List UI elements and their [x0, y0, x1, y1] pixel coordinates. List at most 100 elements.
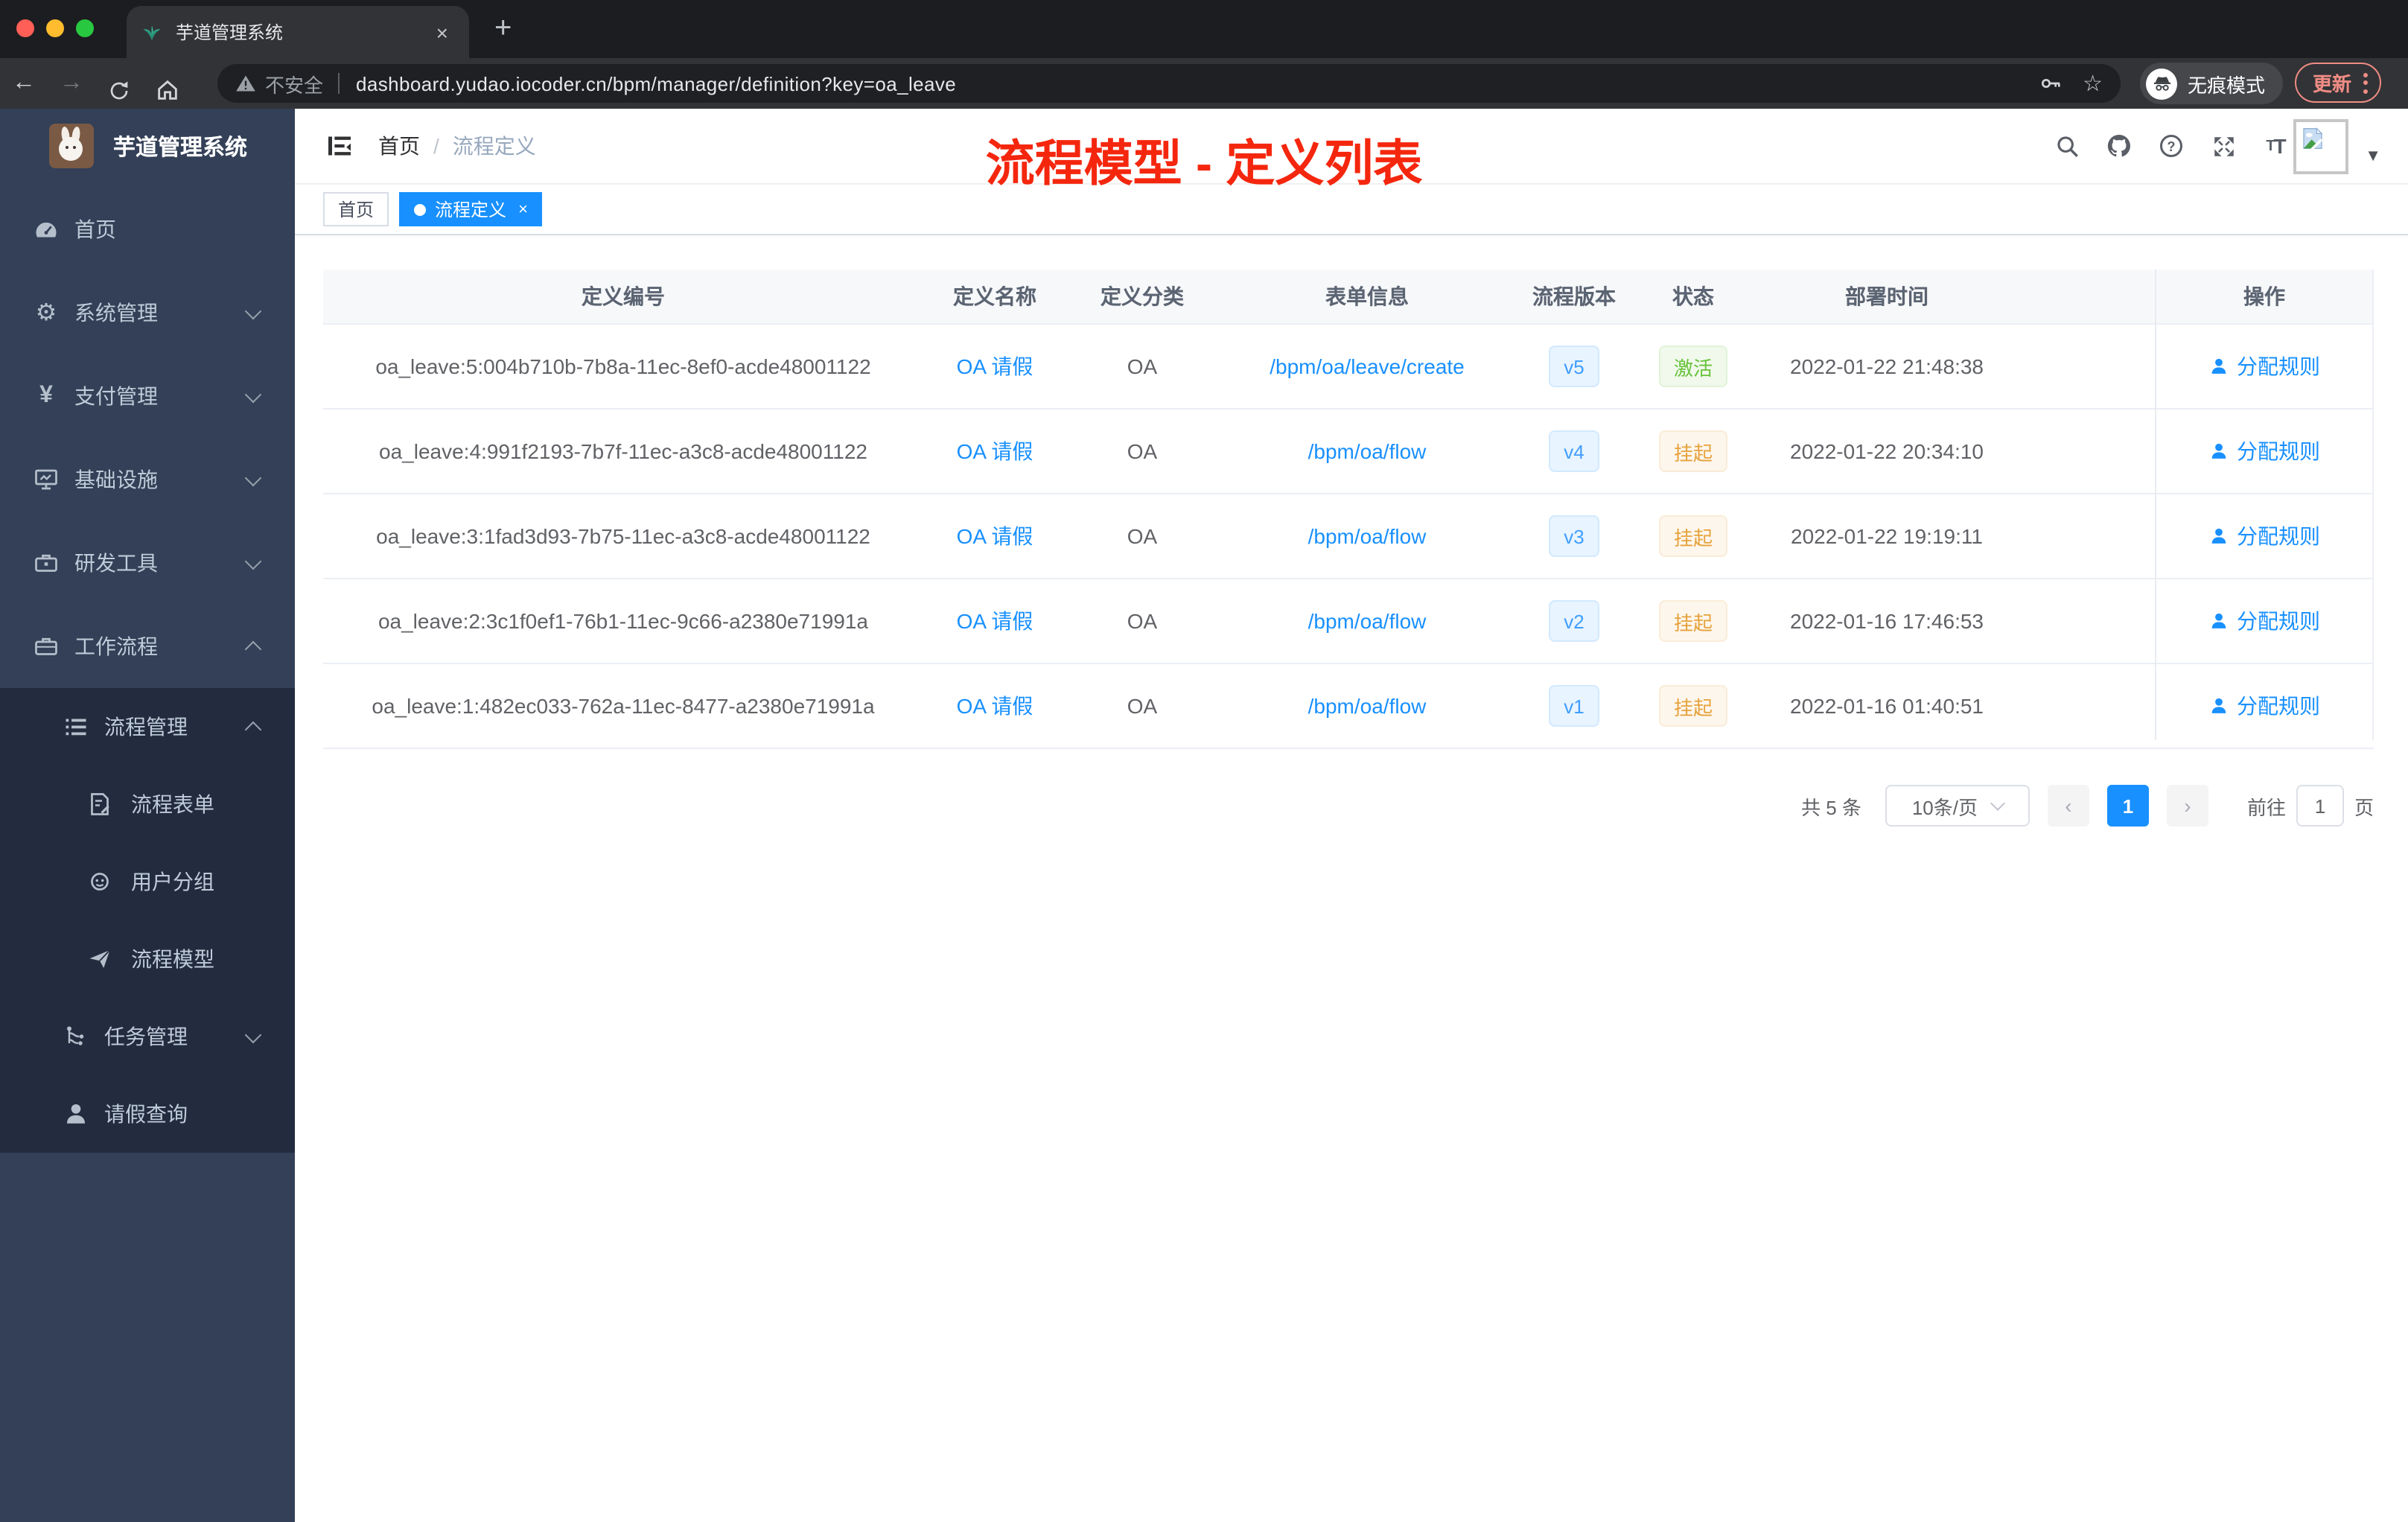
table-row: oa_leave:5:004b710b-7b8a-11ec-8ef0-acde4… [323, 325, 2374, 410]
tag-home[interactable]: 首页 [323, 192, 389, 226]
assign-rule-link[interactable]: 分配规则 [2208, 351, 2320, 381]
status-badge: 挂起 [1658, 600, 1727, 642]
browser-tab[interactable]: 芋道管理系统 × [127, 6, 469, 58]
definition-category: OA [1127, 609, 1158, 633]
form-link[interactable]: /bpm/oa/flow [1308, 609, 1427, 633]
assign-rule-link[interactable]: 分配规则 [2208, 691, 2320, 721]
sidebar-item-user-group[interactable]: 用户分组 [0, 843, 295, 920]
hamburger-icon[interactable] [325, 131, 354, 161]
sidebar-item-leave-query[interactable]: 请假查询 [0, 1075, 295, 1153]
incognito-icon [2146, 68, 2177, 99]
avatar[interactable] [2293, 119, 2348, 174]
sidebar-item-payment[interactable]: ¥ 支付管理 [0, 354, 295, 438]
sidebar-item-process-model[interactable]: 流程模型 [0, 920, 295, 998]
update-label[interactable]: 更新 [2313, 69, 2351, 97]
chevron-down-icon [244, 552, 262, 570]
page-unit-label: 页 [2354, 796, 2374, 818]
address-bar[interactable]: 不安全 dashboard.yudao.iocoder.cn/bpm/manag… [217, 64, 2121, 103]
page-number-button[interactable]: 1 [2106, 785, 2149, 827]
prev-page-button[interactable]: ‹ [2047, 785, 2089, 827]
table-right-border [2372, 270, 2374, 740]
deploy-time: 2022-01-16 01:40:51 [1790, 694, 1984, 718]
monitor-icon [33, 466, 60, 493]
table-header-row: 定义编号 定义名称 定义分类 表单信息 流程版本 状态 部署时间 操作 [323, 270, 2374, 325]
chevron-down-icon [244, 302, 262, 319]
close-window-button[interactable] [16, 19, 34, 37]
sidebar-item-home[interactable]: 首页 [0, 188, 295, 271]
sidebar-item-workflow[interactable]: 工作流程 [0, 605, 295, 688]
form-link[interactable]: /bpm/oa/flow [1308, 439, 1427, 463]
question-icon[interactable]: ? [2158, 133, 2185, 159]
definition-id: oa_leave:2:3c1f0ef1-76b1-11ec-9c66-a2380… [378, 609, 868, 633]
incognito-badge[interactable]: 无痕模式 [2140, 63, 2284, 104]
home-icon[interactable] [143, 65, 191, 102]
sidebar-item-task-mgmt[interactable]: 任务管理 [0, 998, 295, 1075]
forward-icon[interactable]: → [48, 58, 95, 109]
font-size-icon[interactable]: TT [2262, 133, 2289, 159]
form-link[interactable]: /bpm/oa/leave/create [1270, 354, 1465, 378]
pagination: 共 5 条 10条/页 ‹ 1 › 前往 1 页 [323, 785, 2374, 827]
reload-icon[interactable] [95, 65, 143, 102]
app-title: 芋道管理系统 [113, 135, 248, 160]
tag-close-icon[interactable]: × [518, 200, 528, 218]
page-size-select[interactable]: 10条/页 [1885, 785, 2030, 827]
breadcrumb-home[interactable]: 首页 [378, 131, 420, 161]
back-icon[interactable]: ← [0, 58, 48, 109]
breadcrumb-current: 流程定义 [452, 134, 536, 158]
header-actions: ? TT [2054, 109, 2289, 183]
definition-name-link[interactable]: OA 请假 [957, 609, 1033, 633]
next-page-button[interactable]: › [2166, 785, 2208, 827]
sidebar-item-process-form[interactable]: 流程表单 [0, 765, 295, 843]
form-link[interactable]: /bpm/oa/flow [1308, 524, 1427, 548]
browser-update-button[interactable]: 更新 [2295, 63, 2382, 103]
column-header: 流程版本 [1532, 284, 1616, 308]
column-header: 定义分类 [1101, 284, 1184, 308]
sidebar-item-process-mgmt[interactable]: 流程管理 [0, 688, 295, 765]
goto-page-input[interactable]: 1 [2296, 785, 2344, 827]
definition-name-link[interactable]: OA 请假 [957, 354, 1033, 378]
definition-category: OA [1127, 354, 1158, 378]
avatar-caret-icon[interactable]: ▼ [2365, 148, 2381, 165]
form-link[interactable]: /bpm/oa/flow [1308, 694, 1427, 718]
assign-rule-link[interactable]: 分配规则 [2208, 436, 2320, 466]
group-icon [86, 868, 113, 895]
security-label[interactable]: 不安全 [265, 69, 323, 98]
fullscreen-icon[interactable] [2210, 133, 2237, 159]
search-icon[interactable] [2054, 133, 2080, 159]
github-icon[interactable] [2106, 133, 2133, 159]
browser-menu-icon[interactable] [2363, 72, 2369, 93]
bookmark-star-icon[interactable]: ☆ [2083, 70, 2103, 97]
chevron-down-icon [1990, 796, 2005, 811]
url-text[interactable]: dashboard.yudao.iocoder.cn/bpm/manager/d… [356, 72, 956, 95]
definition-id: oa_leave:3:1fad3d93-7b75-11ec-a3c8-acde4… [376, 524, 870, 548]
zoom-window-button[interactable] [76, 19, 94, 37]
url-divider [338, 73, 340, 94]
definition-category: OA [1127, 694, 1158, 718]
browser-toolbar: ← → 不安全 dashboard.yudao.iocoder.cn/bpm/m… [0, 58, 2408, 109]
svg-text:?: ? [2167, 139, 2176, 154]
table-row: oa_leave:1:482ec033-762a-11ec-8477-a2380… [323, 664, 2374, 749]
definition-name-link[interactable]: OA 请假 [957, 694, 1033, 718]
column-header: 状态 [1672, 284, 1714, 308]
definition-id: oa_leave:1:482ec033-762a-11ec-8477-a2380… [372, 694, 875, 718]
sidebar-item-infra[interactable]: 基础设施 [0, 438, 295, 521]
new-tab-button[interactable]: + [485, 10, 520, 46]
definition-category: OA [1127, 524, 1158, 548]
definition-name-link[interactable]: OA 请假 [957, 524, 1033, 548]
sidebar-logo-row: 芋道管理系统 [0, 109, 295, 183]
assign-rule-link[interactable]: 分配规则 [2208, 606, 2320, 636]
key-icon[interactable] [2038, 71, 2062, 95]
assign-rule-link[interactable]: 分配规则 [2208, 521, 2320, 551]
chevron-up-icon [244, 720, 262, 738]
list-icon [63, 713, 89, 740]
definition-name-link[interactable]: OA 请假 [957, 439, 1033, 463]
tag-process-definition[interactable]: 流程定义 × [399, 192, 543, 226]
sidebar-item-devtools[interactable]: 研发工具 [0, 521, 295, 605]
minimize-window-button[interactable] [46, 19, 64, 37]
form-icon [86, 791, 113, 818]
tab-title: 芋道管理系统 [176, 22, 284, 43]
toolbox-icon [33, 550, 60, 576]
tab-close-icon[interactable]: × [430, 19, 454, 45]
sidebar-item-system[interactable]: ⚙ 系统管理 [0, 271, 295, 354]
yen-icon: ¥ [39, 383, 53, 408]
